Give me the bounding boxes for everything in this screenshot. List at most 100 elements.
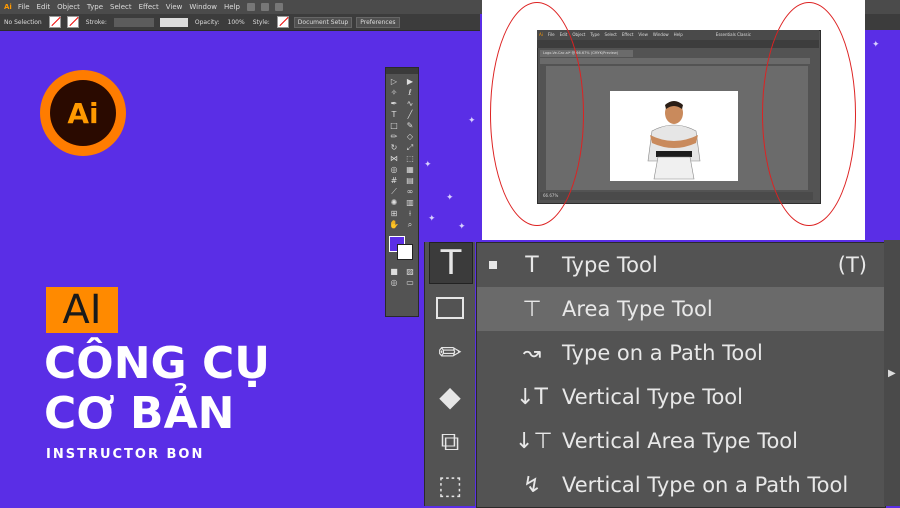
menu-edit[interactable]: Edit: [37, 0, 51, 14]
flyout-item-type-tool[interactable]: T Type Tool (T): [477, 243, 885, 287]
character-illustration: [647, 101, 701, 180]
flyout-item-type-on-path-tool[interactable]: ↝ Type on a Path Tool: [477, 331, 885, 375]
gradient-icon[interactable]: ▤: [404, 176, 416, 185]
arrange-icon[interactable]: [260, 3, 269, 11]
tool-strip: T ✏ ◆ ⧉ ⬚: [424, 242, 475, 506]
sparkle-icon: ✦: [872, 40, 880, 50]
eraser-tool-button[interactable]: ◆: [429, 376, 471, 416]
scale-icon: ⧉: [440, 426, 460, 457]
hand-icon[interactable]: ✋: [388, 220, 400, 229]
free-transform-tool-button[interactable]: ⬚: [429, 466, 471, 506]
sparkle-icon: ✦: [458, 222, 466, 232]
width-tool-icon[interactable]: ⋈: [388, 154, 400, 163]
type-tool-icon[interactable]: T: [388, 110, 400, 119]
flyout-tearoff-strip[interactable]: ▶: [884, 240, 900, 506]
style-swatch[interactable]: [276, 16, 289, 28]
eraser-icon: ◆: [439, 379, 461, 413]
flyout-item-label: Vertical Type on a Path Tool: [562, 473, 849, 497]
preferences-button[interactable]: Preferences: [356, 16, 400, 28]
scale-tool-button[interactable]: ⧉: [429, 422, 471, 462]
menu-effect[interactable]: Effect: [139, 0, 159, 14]
flyout-item-vertical-type-on-path-tool[interactable]: ↯ Vertical Type on a Path Tool: [477, 463, 885, 507]
selection-tool-icon[interactable]: ▷: [388, 77, 400, 86]
screenshot-menu-effect: Effect: [621, 32, 634, 37]
paintbrush-tool-button[interactable]: ✏: [429, 332, 471, 372]
shape-builder-icon[interactable]: ◎: [388, 165, 400, 174]
gradient-mode-icon[interactable]: ▨: [404, 267, 416, 276]
selected-bullet-icon: [489, 261, 497, 269]
bridge-icon[interactable]: [246, 3, 255, 11]
title-line-2: CƠ BẢN: [44, 388, 235, 439]
menu-view[interactable]: View: [166, 0, 183, 14]
flyout-item-vertical-area-type-tool[interactable]: ↓⊤ Vertical Area Type Tool: [477, 419, 885, 463]
color-mode-icon[interactable]: ■: [388, 267, 400, 276]
brush-definition-field[interactable]: [159, 17, 188, 27]
vertical-type-on-path-tool-icon: ↯: [522, 472, 542, 498]
flyout-item-shortcut: (T): [837, 253, 867, 277]
flyout-item-vertical-type-tool[interactable]: ↓T Vertical Type Tool: [477, 375, 885, 419]
paintbrush-icon[interactable]: ✎: [404, 121, 416, 130]
send-icon[interactable]: [274, 3, 283, 11]
symbol-sprayer-icon[interactable]: ✺: [388, 198, 400, 207]
rectangle-tool-icon[interactable]: □: [388, 121, 400, 130]
flyout-item-label: Vertical Area Type Tool: [562, 429, 798, 453]
rectangle-tool-button[interactable]: [429, 288, 471, 328]
line-tool-icon[interactable]: ╱: [404, 110, 416, 119]
free-transform-icon: ⬚: [437, 471, 463, 501]
area-type-tool-icon: ⊤: [522, 296, 542, 322]
stroke-label: Stroke:: [85, 18, 107, 26]
sparkle-icon: ✦: [446, 193, 454, 203]
highlight-oval-right: [762, 2, 856, 226]
zoom-icon[interactable]: ⌕: [404, 220, 416, 229]
type-tool-icon: T: [525, 252, 539, 278]
stroke-weight-field[interactable]: [113, 17, 154, 27]
direct-selection-tool-icon[interactable]: ▶: [404, 77, 416, 86]
paintbrush-icon: ✏: [438, 335, 462, 369]
screenshot-menu-type: Type: [590, 32, 600, 37]
stroke-swatch[interactable]: [66, 16, 79, 28]
pen-tool-icon[interactable]: ✒: [388, 99, 400, 108]
rotate-icon[interactable]: ↻: [388, 143, 400, 152]
magic-wand-icon[interactable]: ✧: [388, 88, 400, 97]
menu-file[interactable]: File: [18, 0, 30, 14]
scale-icon[interactable]: ⤢: [404, 143, 416, 152]
menu-select[interactable]: Select: [110, 0, 132, 14]
document-setup-button[interactable]: Document Setup: [293, 16, 353, 28]
menu-window[interactable]: Window: [189, 0, 217, 14]
draw-mode-icon[interactable]: ◎: [388, 278, 400, 287]
screen-mode-icon[interactable]: ▭: [404, 278, 416, 287]
blend-icon[interactable]: ∞: [404, 187, 416, 196]
lasso-icon[interactable]: ℓ: [404, 88, 416, 97]
artboard-icon[interactable]: ⊞: [388, 209, 400, 218]
opacity-value[interactable]: 100%: [228, 19, 245, 26]
type-tools-flyout: T Type Tool (T) ⊤ Area Type Tool ↝ Type …: [476, 242, 886, 508]
screenshot-menu-object: Object: [572, 32, 586, 37]
slice-icon[interactable]: ⟊: [404, 209, 416, 218]
flyout-item-area-type-tool[interactable]: ⊤ Area Type Tool: [477, 287, 885, 331]
flyout-item-label: Vertical Type Tool: [562, 385, 743, 409]
menu-type[interactable]: Type: [87, 0, 103, 14]
menu-object[interactable]: Object: [57, 0, 80, 14]
style-label: Style:: [252, 18, 270, 26]
free-transform-icon[interactable]: ⬚: [404, 154, 416, 163]
screenshot-menu-view: View: [638, 32, 648, 37]
flyout-item-label: Type on a Path Tool: [562, 341, 763, 365]
app-logo: Ai: [4, 3, 12, 11]
mesh-icon[interactable]: #: [388, 176, 400, 185]
type-tool-button[interactable]: T: [429, 242, 473, 284]
fill-stroke-swatches: [388, 236, 416, 260]
curvature-tool-icon[interactable]: ∿: [404, 99, 416, 108]
menu-help[interactable]: Help: [224, 0, 240, 14]
eyedropper-icon[interactable]: ⟋: [388, 187, 400, 196]
fill-swatch[interactable]: [48, 16, 61, 28]
column-graph-icon[interactable]: ▥: [404, 198, 416, 207]
screenshot-workspace: Essentials Classic: [715, 32, 751, 37]
pencil-icon[interactable]: ✏: [388, 132, 400, 141]
illustrator-logo: Ai: [40, 70, 126, 156]
screenshot-status-bar: 66.67%: [540, 192, 813, 200]
perspective-icon[interactable]: ▦: [404, 165, 416, 174]
stroke-color-swatch[interactable]: [397, 244, 413, 260]
illustrator-logo-text: Ai: [50, 80, 116, 146]
screenshot-menu-help: Help: [673, 32, 683, 37]
eraser-icon[interactable]: ◇: [404, 132, 416, 141]
